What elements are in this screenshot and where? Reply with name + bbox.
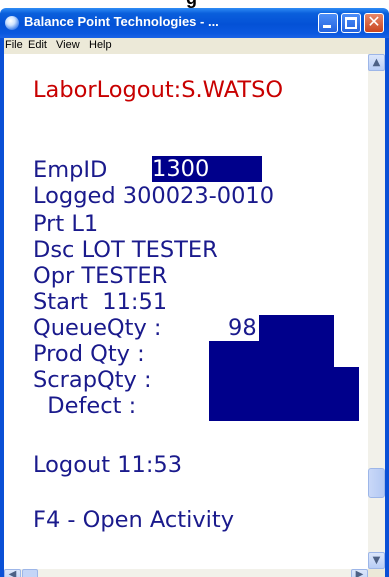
scroll-left-icon: ◀ (8, 569, 17, 577)
emp-id-value: 1300 (152, 156, 210, 182)
logged-line: Logged 300023-0010 (33, 183, 274, 209)
emp-id-input[interactable]: 1300 (152, 156, 262, 182)
queue-label: QueueQty : (33, 315, 169, 341)
minimize-button[interactable] (318, 13, 338, 33)
menu-file[interactable]: File (5, 39, 23, 51)
terminal-screen[interactable]: LaborLogout:S.WATSO EmpID 1300 Logged 30… (4, 54, 368, 569)
defect-label: Defect : (33, 393, 137, 419)
scroll-right-button[interactable]: ▶ (351, 569, 368, 577)
queue-highlight (259, 315, 334, 343)
scroll-thumb[interactable] (368, 468, 385, 498)
prod-qty-input[interactable] (209, 341, 334, 368)
menu-bar: File Edit View Help (4, 38, 385, 54)
window-title: Balance Point Technologies - ... (24, 14, 219, 29)
vertical-scrollbar[interactable]: ▲ ▼ (368, 54, 385, 569)
defect-input[interactable] (209, 393, 359, 421)
menu-edit[interactable]: Edit (28, 39, 47, 51)
cropped-heading-fragment: g (0, 0, 389, 8)
start-line: Start 11:51 (33, 289, 168, 315)
scrap-qty-input[interactable] (209, 367, 359, 393)
menu-view[interactable]: View (56, 39, 80, 51)
scroll-up-button[interactable]: ▲ (368, 54, 385, 71)
logout-line: Logout 11:53 (33, 452, 183, 478)
scroll-down-button[interactable]: ▼ (368, 552, 385, 569)
scroll-down-icon: ▼ (372, 555, 381, 566)
title-bar[interactable]: Balance Point Technologies - ... ✕ (0, 8, 389, 38)
menu-help[interactable]: Help (89, 39, 112, 51)
scrap-label: ScrapQty : (33, 367, 152, 393)
maximize-icon (345, 17, 357, 29)
opr-line: Opr TESTER (33, 263, 168, 289)
close-button[interactable]: ✕ (364, 12, 384, 33)
resize-grip[interactable] (368, 569, 385, 577)
maximize-button[interactable] (341, 13, 361, 33)
horizontal-scrollbar[interactable]: ◀ ▶ (4, 569, 368, 577)
prt-line: Prt L1 (33, 211, 99, 237)
prod-label: Prod Qty : (33, 341, 145, 367)
close-icon: ✕ (367, 12, 381, 31)
dsc-line: Dsc LOT TESTER (33, 237, 218, 263)
minimize-icon (323, 25, 331, 28)
logged-value: 300023-0010 (122, 183, 275, 209)
horizontal-scroll-thumb[interactable] (22, 569, 38, 577)
logged-label: Logged (33, 183, 123, 209)
scroll-left-button[interactable]: ◀ (4, 569, 21, 577)
app-icon (5, 16, 19, 30)
scroll-up-icon: ▲ (372, 57, 381, 68)
screen-header: LaborLogout:S.WATSO (33, 77, 284, 103)
scroll-right-icon: ▶ (355, 569, 364, 577)
f4-line: F4 - Open Activity (33, 507, 235, 533)
queue-value: 98 (228, 315, 257, 341)
emp-label: EmpID (33, 157, 122, 183)
